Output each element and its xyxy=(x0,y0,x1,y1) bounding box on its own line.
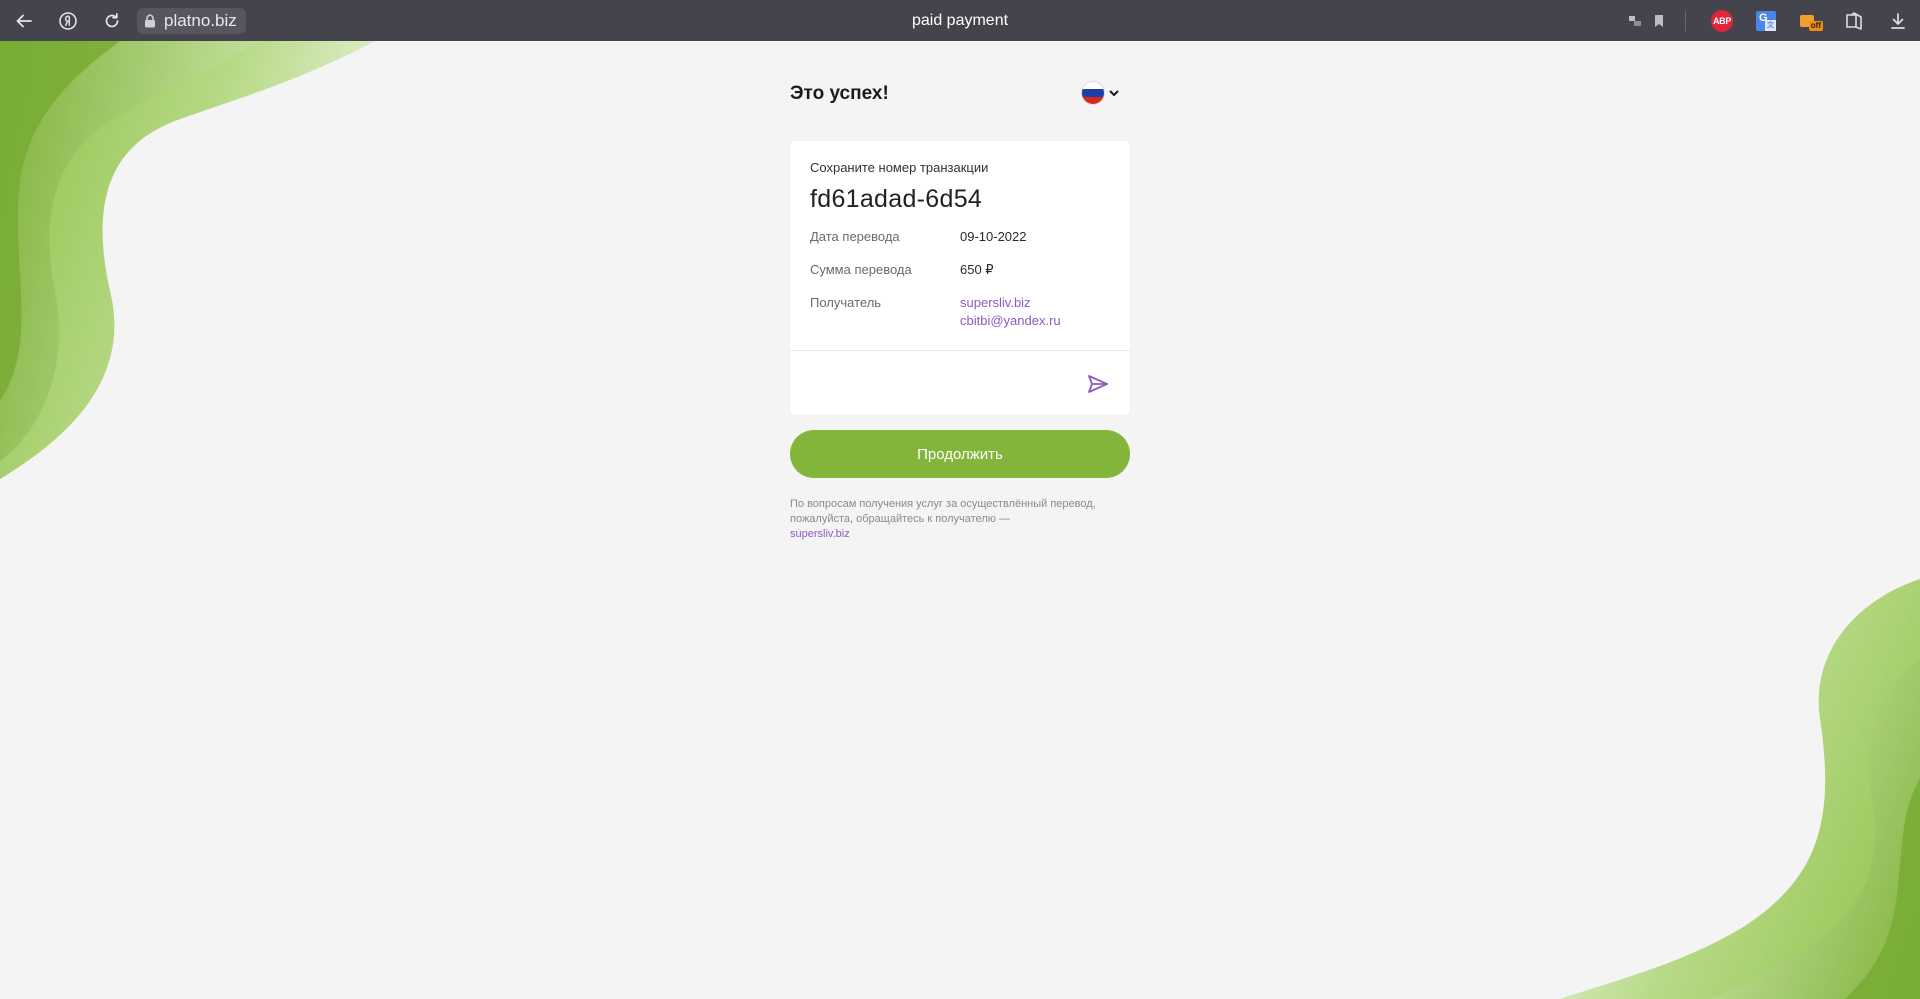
reload-button[interactable] xyxy=(90,0,134,41)
chevron-down-icon xyxy=(1109,90,1119,96)
amount-label: Сумма перевода xyxy=(810,262,912,277)
lock-icon xyxy=(145,13,155,27)
collections-button[interactable] xyxy=(1832,0,1876,41)
transaction-id: fd61adad-6d54 xyxy=(810,185,983,213)
coupon-extension-button[interactable]: off xyxy=(1788,0,1832,41)
reader-mode-button[interactable] xyxy=(1623,0,1647,41)
coupon-off-icon: off xyxy=(1799,11,1823,31)
amount-value: 650 ₽ xyxy=(960,262,994,277)
header-row: Это успех! xyxy=(790,81,1130,111)
footnote-recipient-link[interactable]: supersliv.biz xyxy=(790,528,850,540)
send-receipt-button[interactable] xyxy=(1086,372,1110,396)
bookmark-icon xyxy=(1655,14,1663,27)
transaction-card: Сохраните номер транзакции fd61adad-6d54… xyxy=(790,141,1130,415)
date-value: 09-10-2022 xyxy=(960,229,1027,244)
toolbar-divider xyxy=(1685,10,1686,31)
adblock-extension-button[interactable]: ABP xyxy=(1700,0,1744,41)
transaction-caption: Сохраните номер транзакции xyxy=(810,160,989,175)
bookmark-button[interactable] xyxy=(1647,0,1671,41)
google-translate-extension-button[interactable]: G文 xyxy=(1744,0,1788,41)
card-divider xyxy=(790,350,1130,351)
address-url: platno.biz xyxy=(164,10,237,30)
support-footnote: По вопросам получения услуг за осуществл… xyxy=(790,497,1110,542)
page-title: Это успех! xyxy=(790,83,889,104)
google-translate-icon: G文 xyxy=(1756,10,1776,31)
continue-button[interactable]: Продолжить xyxy=(790,430,1130,478)
collections-icon xyxy=(1846,11,1862,30)
downloads-button[interactable] xyxy=(1876,0,1920,41)
decorative-wave-top-left xyxy=(0,41,375,479)
back-button[interactable] xyxy=(2,0,46,41)
adblock-icon: ABP xyxy=(1711,9,1733,32)
yandex-logo-icon xyxy=(59,11,77,30)
arrow-left-icon xyxy=(16,14,32,27)
footnote-text: По вопросам получения услуг за осуществл… xyxy=(790,498,1096,525)
reload-icon xyxy=(105,12,119,27)
russia-flag-icon xyxy=(1081,81,1105,105)
decorative-wave-bottom-right xyxy=(1560,579,1920,999)
recipient-label: Получатель xyxy=(810,295,882,310)
page-body: Это успех! Сохраните номер транзакции fd… xyxy=(0,41,1920,999)
language-selector[interactable] xyxy=(1081,81,1120,105)
yandex-home-button[interactable] xyxy=(46,0,90,41)
recipient-site-link[interactable]: supersliv.biz xyxy=(960,295,1031,310)
recipient-email-link[interactable]: cbitbi@yandex.ru xyxy=(960,313,1061,328)
address-bar[interactable]: platno.biz xyxy=(137,7,246,34)
send-icon xyxy=(1088,375,1108,393)
translate-page-icon xyxy=(1629,15,1641,26)
browser-toolbar: platno.biz paid payment ABP G文 off xyxy=(0,0,1920,41)
date-label: Дата перевода xyxy=(810,229,900,244)
download-icon xyxy=(1891,12,1905,29)
